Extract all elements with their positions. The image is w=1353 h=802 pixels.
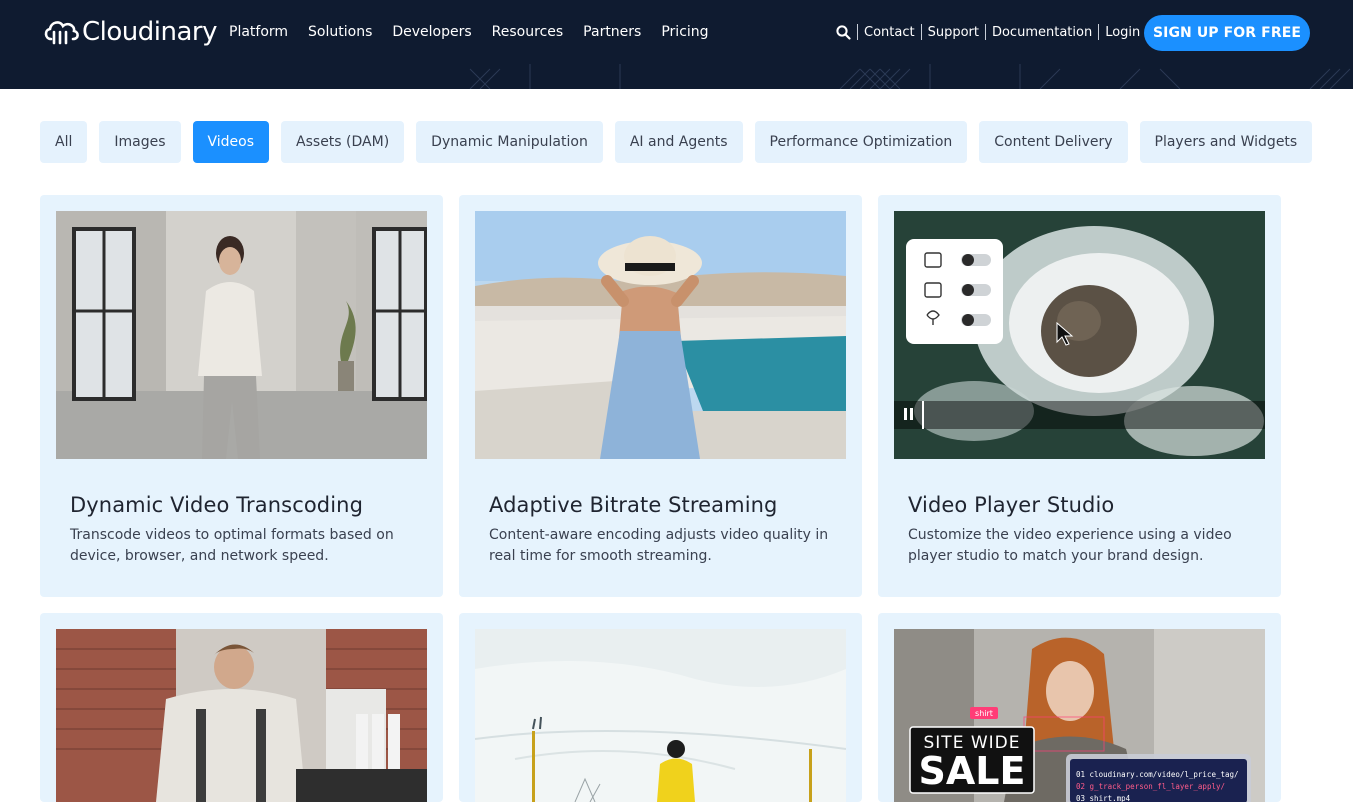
main-nav: Platform Solutions Developers Resources …: [229, 24, 709, 40]
divider: [1098, 24, 1100, 40]
card-image-shoppable-video: shirt SITE WIDE SALE 01 cloudinary.com/v…: [894, 629, 1265, 802]
card-image-skier: [475, 629, 846, 802]
nav-resources[interactable]: Resources: [492, 24, 564, 40]
signup-button[interactable]: SIGN UP FOR FREE: [1144, 15, 1310, 51]
feature-card-adaptive-streaming[interactable]: Adaptive Bitrate Streaming Content-aware…: [459, 195, 862, 597]
card-image-player-studio: [894, 211, 1265, 459]
cloudinary-logo[interactable]: Cloudinary: [42, 15, 217, 49]
cloud-logo-icon: [44, 21, 79, 45]
filter-assets-dam[interactable]: Assets (DAM): [281, 121, 405, 163]
card-image-barista: [56, 629, 427, 802]
sale-line-2: SALE: [919, 749, 1026, 793]
card-description: Content-aware encoding adjusts video qua…: [489, 527, 829, 564]
divider: [857, 24, 858, 40]
filter-dynamic-manipulation[interactable]: Dynamic Manipulation: [416, 121, 603, 163]
filter-content-delivery[interactable]: Content Delivery: [979, 121, 1128, 163]
card-title: Video Player Studio: [908, 493, 1115, 517]
divider: [984, 24, 986, 40]
filter-ai-and-agents[interactable]: AI and Agents: [614, 121, 743, 163]
search-icon[interactable]: [836, 24, 851, 40]
code-line-2: 02 g_track_person_fl_layer_apply/: [1076, 782, 1225, 791]
documentation-link[interactable]: Documentation: [992, 25, 1092, 40]
nav-platform[interactable]: Platform: [229, 24, 288, 40]
shirt-tag: shirt: [975, 709, 993, 718]
code-line-3: 03 shirt.mp4: [1076, 794, 1131, 802]
card-image-fashion-model: [56, 211, 427, 459]
contact-link[interactable]: Contact: [864, 25, 915, 40]
card-title: Dynamic Video Transcoding: [70, 493, 363, 517]
feature-card[interactable]: shirt SITE WIDE SALE 01 cloudinary.com/v…: [878, 613, 1281, 802]
filter-performance-optimization[interactable]: Performance Optimization: [754, 121, 968, 163]
nav-solutions[interactable]: Solutions: [308, 24, 372, 40]
site-header: Cloudinary Platform Solutions Developers…: [0, 0, 1353, 89]
feature-card[interactable]: [40, 613, 443, 802]
filter-videos[interactable]: Videos: [192, 121, 270, 163]
brand-name: Cloudinary: [82, 17, 217, 47]
utility-nav: Contact Support Documentation Login: [836, 24, 1140, 40]
feature-card[interactable]: [459, 613, 862, 802]
login-link[interactable]: Login: [1105, 25, 1140, 40]
card-image-woman-sea-view: [475, 211, 846, 459]
card-description: Customize the video experience using a v…: [908, 527, 1232, 564]
category-filters: All Images Videos Assets (DAM) Dynamic M…: [40, 121, 1313, 163]
feature-card-video-transcoding[interactable]: Dynamic Video Transcoding Transcode vide…: [40, 195, 443, 597]
divider: [920, 24, 922, 40]
card-description: Transcode videos to optimal formats base…: [70, 527, 394, 564]
nav-developers[interactable]: Developers: [392, 24, 471, 40]
nav-partners[interactable]: Partners: [583, 24, 641, 40]
filter-players-and-widgets[interactable]: Players and Widgets: [1139, 121, 1313, 163]
nav-pricing[interactable]: Pricing: [661, 24, 708, 40]
card-title: Adaptive Bitrate Streaming: [489, 493, 778, 517]
code-line-1: 01 cloudinary.com/video/l_price_tag/: [1076, 770, 1239, 779]
feature-card-video-player-studio[interactable]: Video Player Studio Customize the video …: [878, 195, 1281, 597]
support-link[interactable]: Support: [928, 25, 979, 40]
filter-images[interactable]: Images: [99, 121, 181, 163]
filter-all[interactable]: All: [40, 121, 88, 163]
header-pattern: [469, 64, 1351, 89]
